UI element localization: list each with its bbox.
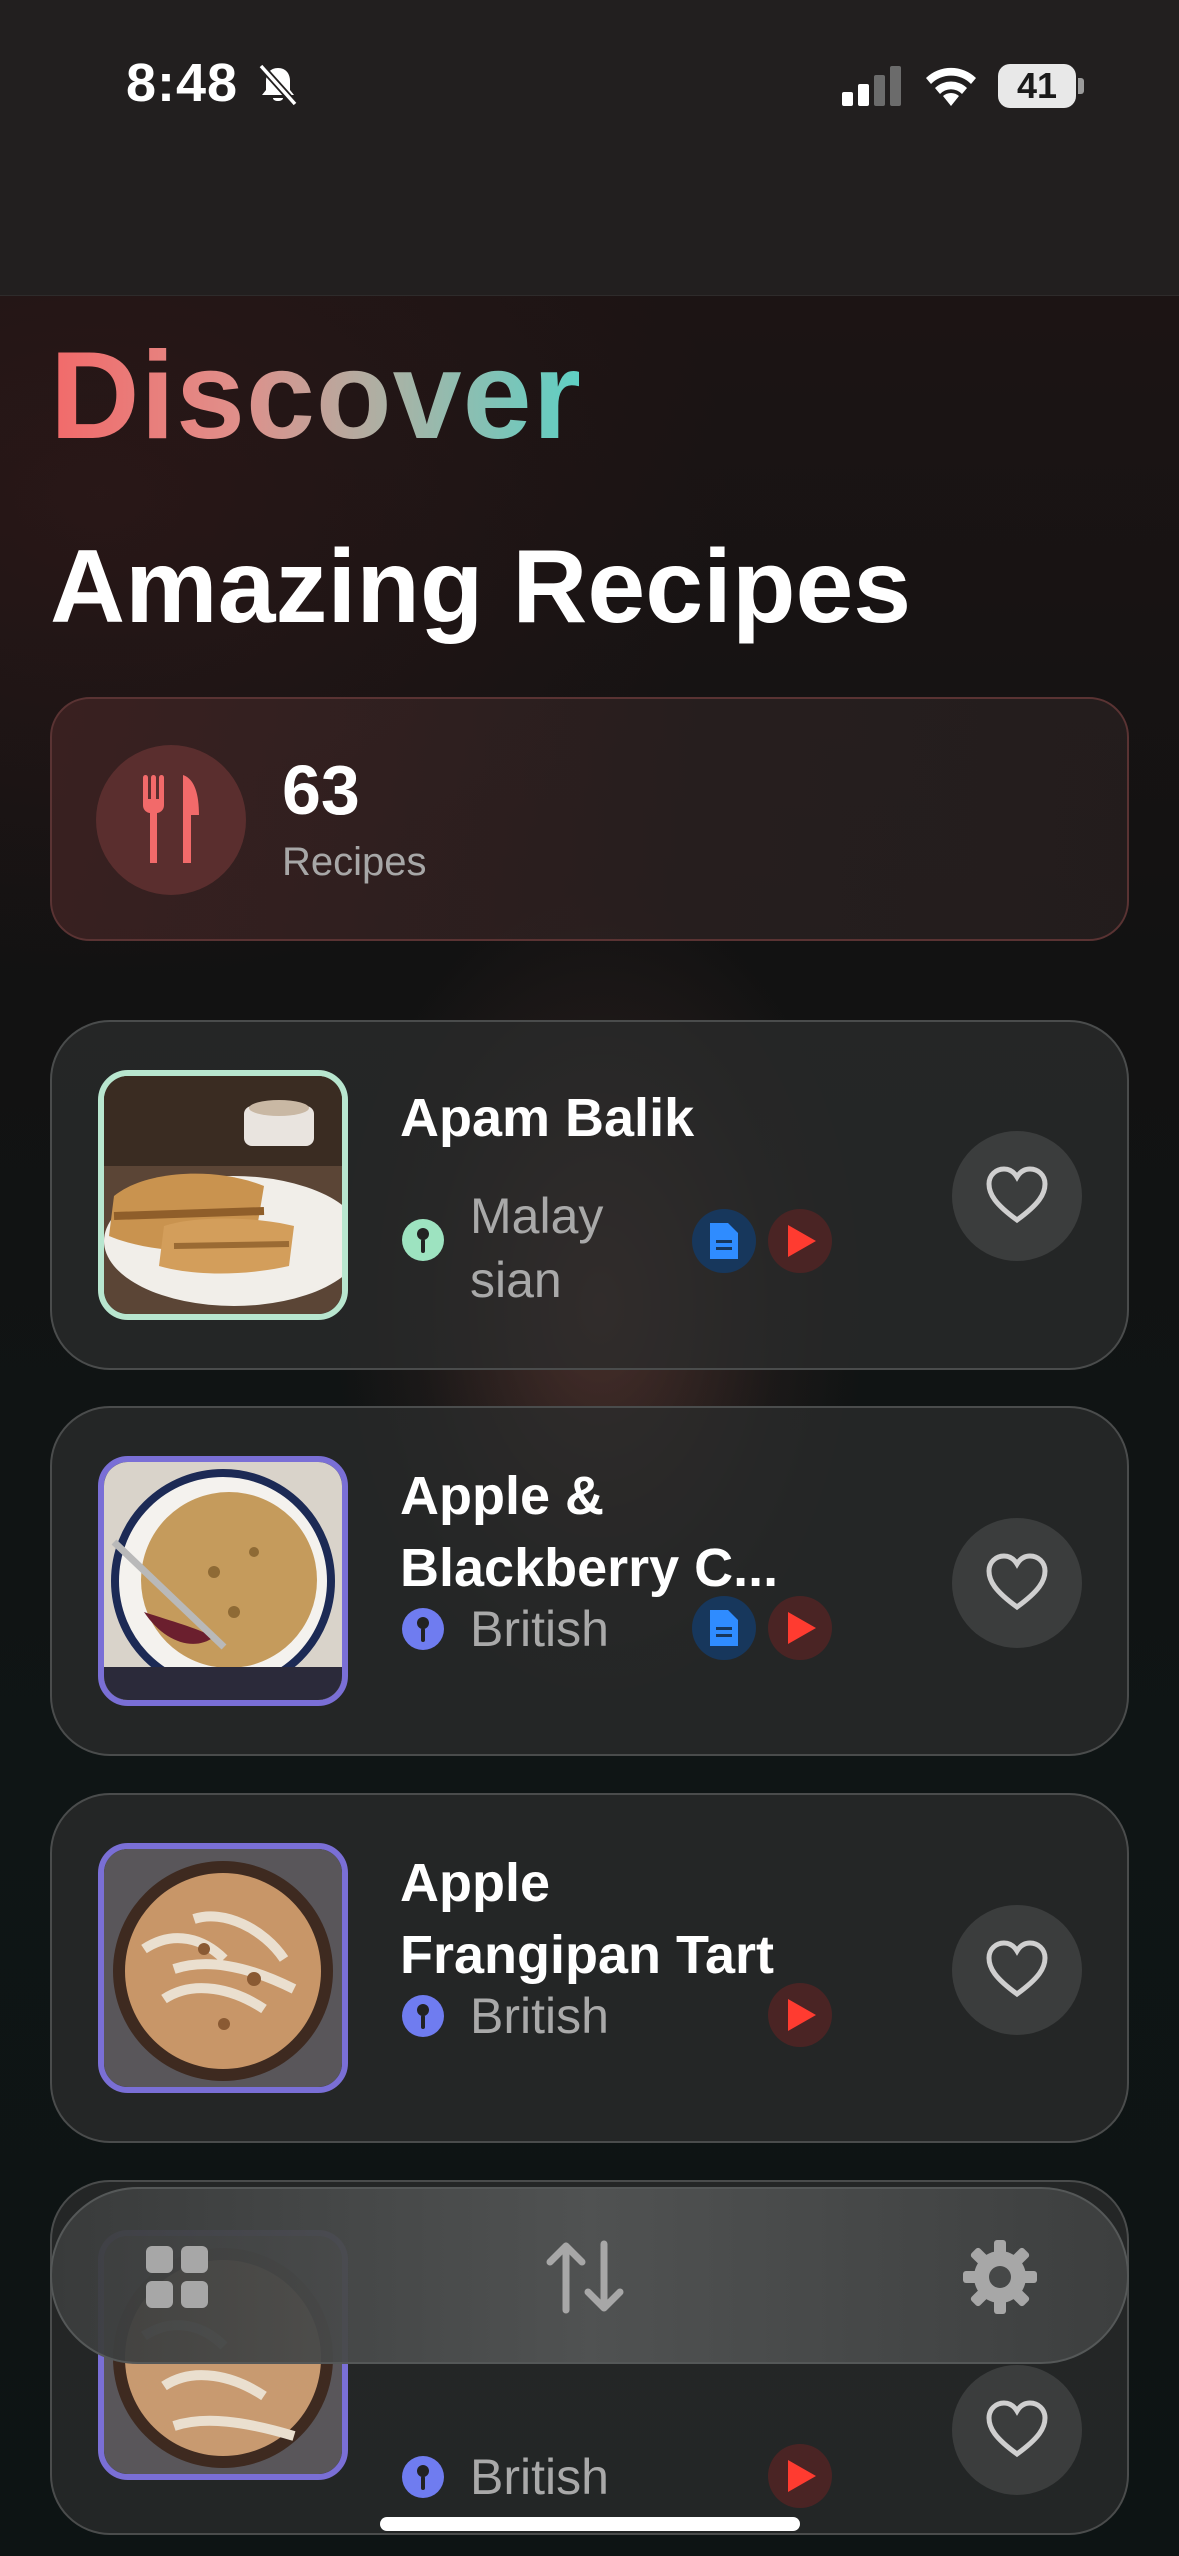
recipe-cuisine: British [470, 1988, 609, 2044]
heart-icon [986, 1166, 1048, 1224]
wifi-icon [926, 67, 976, 106]
recipe-title: Apam Balik [400, 1088, 695, 1148]
favorite-button[interactable] [952, 1131, 1082, 1261]
home-indicator [380, 2517, 800, 2531]
recipe-count-badge [96, 745, 246, 895]
recipe-title: Apple & Blackberry C... [400, 1466, 779, 1598]
video-play-icon [768, 1596, 832, 1660]
recipe-title: Apple Frangipan Tart [400, 1853, 775, 1985]
recipe-cuisine: British [470, 1601, 609, 1657]
grid-icon[interactable] [146, 2246, 208, 2308]
location-pin-icon [402, 1608, 444, 1650]
recipe-count-label: Recipes [282, 840, 427, 884]
fork-knife-icon [143, 775, 199, 863]
recipe-cuisine: Malay sian [470, 1188, 604, 1308]
video-play-icon [768, 1983, 832, 2047]
status-time: 8:48 [126, 53, 239, 113]
favorite-button[interactable] [952, 2365, 1082, 2495]
heart-icon [986, 1940, 1048, 1998]
battery-cap [1078, 78, 1084, 94]
favorite-button[interactable] [952, 1905, 1082, 2035]
heart-icon [986, 2400, 1048, 2458]
bell-muted-icon [258, 63, 298, 107]
favorite-button[interactable] [952, 1518, 1082, 1648]
location-pin-icon [402, 2456, 444, 2498]
recipe-image [98, 1843, 348, 2093]
document-icon [692, 1596, 756, 1660]
recipe-cuisine: British [470, 2449, 609, 2505]
status-bar: 8:48 41 [0, 0, 1179, 296]
battery-level: 41 [1016, 65, 1058, 106]
gear-icon[interactable] [963, 2240, 1037, 2314]
recipe-card[interactable]: Apple & Blackberry C... British [50, 1406, 1129, 1756]
location-pin-icon [402, 1995, 444, 2037]
recipe-image [98, 1456, 348, 1706]
heart-icon [986, 1553, 1048, 1611]
cellular-signal-icon [842, 66, 901, 106]
video-play-icon [768, 2444, 832, 2508]
recipe-count: 63 [282, 751, 360, 829]
sort-icon[interactable] [544, 2240, 626, 2314]
page-subtitle: Amazing Recipes [50, 529, 912, 645]
document-icon [692, 1209, 756, 1273]
recipe-card[interactable]: Apple Frangipan Tart British [50, 1793, 1129, 2143]
location-pin-icon [402, 1219, 444, 1261]
video-play-icon [768, 1209, 832, 1273]
recipe-image [98, 1070, 348, 1320]
recipe-card[interactable]: Apam Balik Malay sian [50, 1020, 1129, 1370]
page-title: Discover [50, 327, 582, 465]
